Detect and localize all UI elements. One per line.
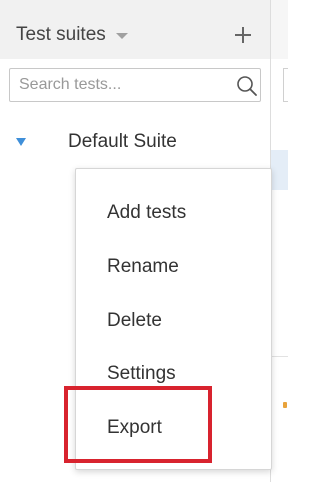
content-field[interactable] (283, 68, 288, 102)
tree-item-label: Default Suite (68, 131, 177, 152)
tree-item-default-suite[interactable]: Default Suite (0, 125, 271, 159)
suites-title-dropdown[interactable]: Test suites (16, 24, 128, 46)
panel-header: Test suites (0, 0, 271, 59)
search-input[interactable] (10, 69, 228, 101)
selected-row[interactable] (271, 150, 288, 190)
add-suite-button[interactable] (232, 24, 254, 46)
menu-item-rename[interactable]: Rename (76, 247, 271, 287)
search-icon[interactable] (236, 75, 258, 97)
caret-down-icon (115, 33, 128, 39)
menu-item-add-tests[interactable]: Add tests (76, 193, 271, 233)
status-indicator (283, 402, 287, 408)
triangle-down-icon[interactable] (16, 138, 26, 146)
context-menu: Add tests Rename Delete Settings Export (75, 168, 272, 470)
app-root: Test suites Default Suite (0, 0, 288, 482)
content-header (271, 0, 288, 59)
menu-item-settings[interactable]: Settings (76, 354, 271, 394)
divider-line (271, 356, 288, 357)
menu-item-export[interactable]: Export (76, 408, 271, 448)
menu-item-delete[interactable]: Delete (76, 301, 271, 341)
search-box (9, 68, 261, 102)
panel-title: Test suites (16, 24, 106, 45)
content-pane (271, 0, 288, 482)
